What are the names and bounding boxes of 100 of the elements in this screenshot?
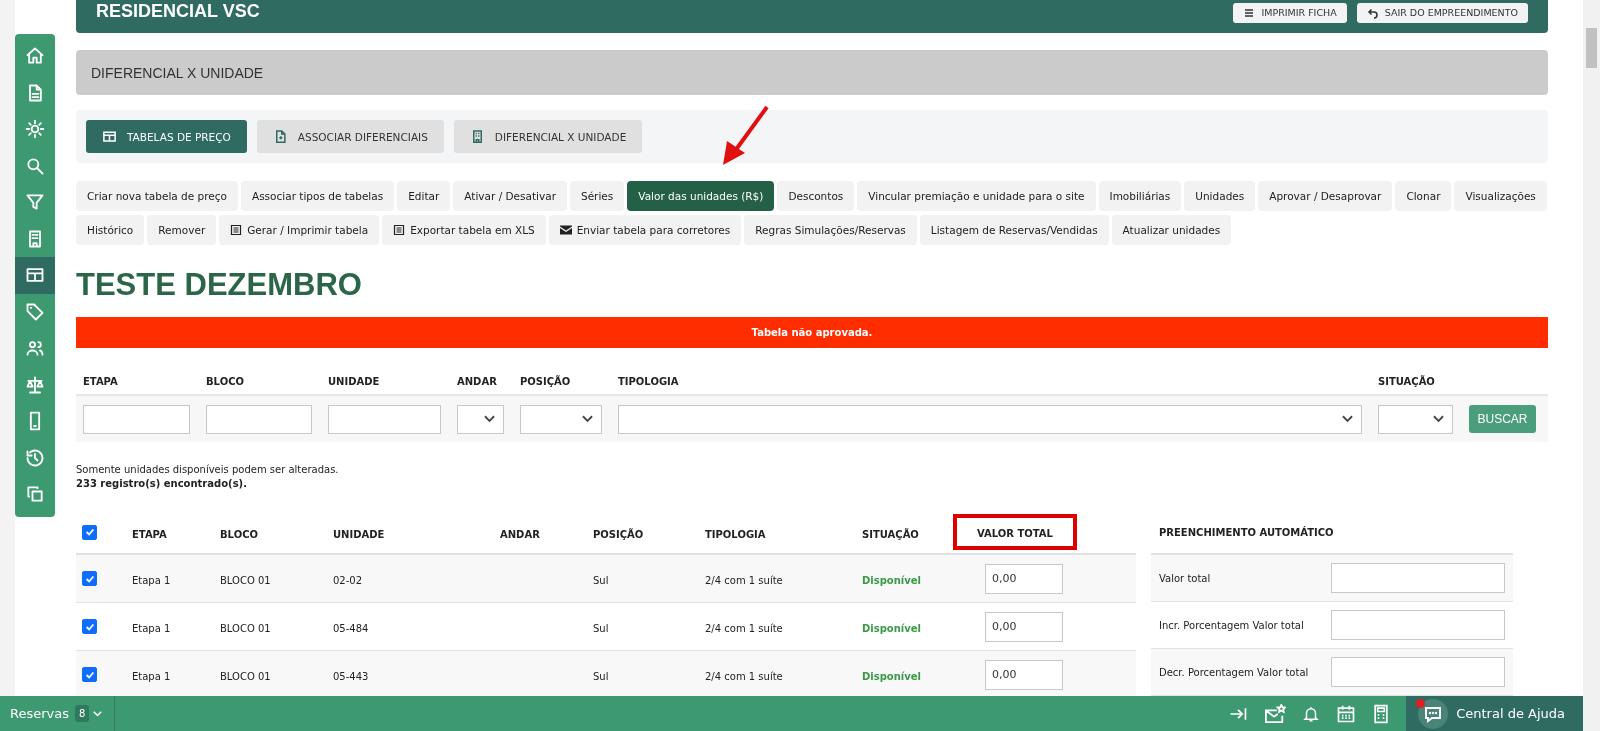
undo-icon — [1366, 6, 1379, 19]
mail-star-icon[interactable] — [1264, 703, 1287, 724]
auto-fill-label: Decr. Porcentagem Valor total — [1159, 666, 1309, 678]
filter-label: UNIDADE — [328, 376, 381, 389]
annotation-arrow — [721, 105, 771, 167]
action-button[interactable]: Histórico — [76, 215, 145, 245]
action-button[interactable]: Ativar / Desativar — [453, 181, 567, 211]
table-cell: 2/4 com 1 suíte — [705, 623, 783, 634]
column-header: ETAPA — [132, 528, 167, 540]
action-button[interactable]: Imobiliárias — [1098, 181, 1182, 211]
table-cell: Sul — [593, 575, 609, 586]
select-field[interactable] — [457, 404, 504, 434]
row-checkbox[interactable] — [82, 667, 97, 682]
sidebar-item[interactable] — [15, 257, 55, 294]
auto-fill-field[interactable] — [1331, 610, 1505, 640]
filter-label: POSIÇÃO — [520, 376, 572, 389]
action-button[interactable]: Criar nova tabela de preço — [76, 181, 238, 211]
header-button[interactable]: SAIR DO EMPREENDIMENTO — [1356, 2, 1528, 23]
history-icon — [25, 447, 45, 468]
action-button[interactable]: Aprovar / Desaprovar — [1258, 181, 1393, 211]
action-button[interactable]: Listagem de Reservas/Vendidas — [919, 215, 1109, 245]
value-field[interactable]: 0,00 — [985, 563, 1063, 594]
reservas-button[interactable]: Reservas — [0, 706, 75, 721]
project-title: RESIDENCIAL VSC — [96, 1, 260, 22]
action-button[interactable]: Séries — [569, 181, 625, 211]
scale-icon — [25, 374, 45, 395]
action-button[interactable]: Remover — [147, 215, 217, 245]
calendar-icon[interactable] — [1336, 703, 1357, 724]
auto-fill-label: Valor total — [1159, 572, 1211, 584]
column-header: VALOR TOTAL — [953, 514, 1077, 550]
action-button[interactable]: Valor das unidades (R$) — [627, 181, 775, 211]
table-cell: 05-484 — [333, 623, 369, 634]
scrollbar[interactable] — [1583, 0, 1600, 731]
column-header: TIPOLOGIA — [705, 528, 766, 540]
table-cell: Etapa 1 — [132, 671, 171, 682]
nav-tab[interactable]: ASSOCIAR DIFERENCIAIS — [256, 120, 444, 153]
spreadsheet-icon — [393, 224, 406, 236]
alert-text: Tabela não aprovada. — [751, 327, 873, 338]
menu-icon — [1243, 6, 1256, 19]
column-header: BLOCO — [220, 528, 258, 540]
action-button[interactable]: Unidades — [1184, 181, 1256, 211]
filter-label: ANDAR — [457, 376, 498, 389]
calculator-icon[interactable] — [1372, 703, 1391, 724]
checkmark-icon — [84, 573, 95, 584]
auto-fill-field[interactable] — [1331, 563, 1505, 593]
select-field[interactable] — [1378, 404, 1453, 434]
action-button[interactable]: Vincular premiação e unidade para o site — [857, 181, 1096, 211]
table-cell: BLOCO 01 — [220, 575, 271, 586]
filter-label: SITUAÇÃO — [1378, 376, 1436, 389]
filter-label: ETAPA — [83, 376, 119, 389]
value-field[interactable]: 0,00 — [985, 611, 1063, 642]
action-button[interactable]: Editar — [397, 181, 451, 211]
checkmark-icon — [84, 527, 95, 537]
nav-tab[interactable]: DIFERENCIAL X UNIDADE — [453, 120, 643, 153]
action-button[interactable]: Visualizações — [1454, 181, 1547, 211]
table-cell: Etapa 1 — [132, 575, 171, 586]
settings-icon — [25, 119, 45, 140]
info-text: Somente unidades disponíveis podem ser alteradas. — [76, 464, 340, 475]
action-button[interactable]: Clonar — [1395, 181, 1452, 211]
record-count: 233 registro(s) encontrado(s). — [76, 478, 248, 489]
text-field[interactable] — [206, 404, 312, 434]
filter-label: TIPOLOGIA — [618, 376, 680, 389]
text-field[interactable] — [328, 404, 441, 434]
text-field[interactable] — [83, 404, 190, 434]
nav-tab[interactable]: TABELAS DE PREÇO — [86, 120, 247, 153]
table-cell: 2/4 com 1 suíte — [705, 671, 783, 682]
table-cell: 02-02 — [333, 575, 363, 586]
reservas-count: 8 — [75, 705, 90, 722]
tag-icon — [25, 301, 45, 322]
select-all-checkbox[interactable] — [82, 524, 97, 540]
value-field[interactable]: 0,00 — [985, 659, 1063, 690]
auto-fill-title: PREENCHIMENTO AUTOMÁTICO — [1159, 526, 1334, 538]
table-icon — [102, 129, 117, 144]
action-button[interactable]: Associar tipos de tabelas — [240, 181, 395, 211]
select-field[interactable] — [618, 404, 1362, 434]
spreadsheet-icon — [230, 224, 243, 236]
row-checkbox[interactable] — [82, 571, 97, 586]
action-button[interactable]: Descontos — [777, 181, 855, 211]
action-button[interactable]: Enviar tabela para corretores — [548, 215, 742, 245]
table-cell: Sul — [593, 671, 609, 682]
table-cell: BLOCO 01 — [220, 671, 271, 682]
filter-label: BLOCO — [206, 376, 245, 389]
page-title: TESTE DEZEMBRO — [76, 267, 363, 303]
action-button[interactable]: Atualizar unidades — [1111, 215, 1232, 245]
action-button[interactable]: Regras Simulações/Reservas — [744, 215, 917, 245]
users-icon — [25, 338, 45, 359]
row-checkbox[interactable] — [82, 619, 97, 634]
auto-fill-label: Incr. Porcentagem Valor total — [1159, 619, 1304, 631]
header-button[interactable]: IMPRIMIR FICHA — [1233, 2, 1347, 23]
filter-icon — [25, 192, 45, 213]
auto-fill-field[interactable] — [1331, 657, 1505, 687]
action-button[interactable]: Gerar / Imprimir tabela — [219, 215, 380, 245]
chevron-down-icon[interactable] — [93, 710, 103, 717]
select-field[interactable] — [520, 404, 602, 434]
action-button[interactable]: Exportar tabela em XLS — [382, 215, 546, 245]
chevron-down-icon — [1433, 415, 1444, 423]
copy-icon — [25, 484, 45, 505]
table-cell: Sul — [593, 623, 609, 634]
envelope-icon — [559, 225, 572, 235]
help-center-button[interactable]: Central de Ajuda — [1406, 696, 1583, 731]
